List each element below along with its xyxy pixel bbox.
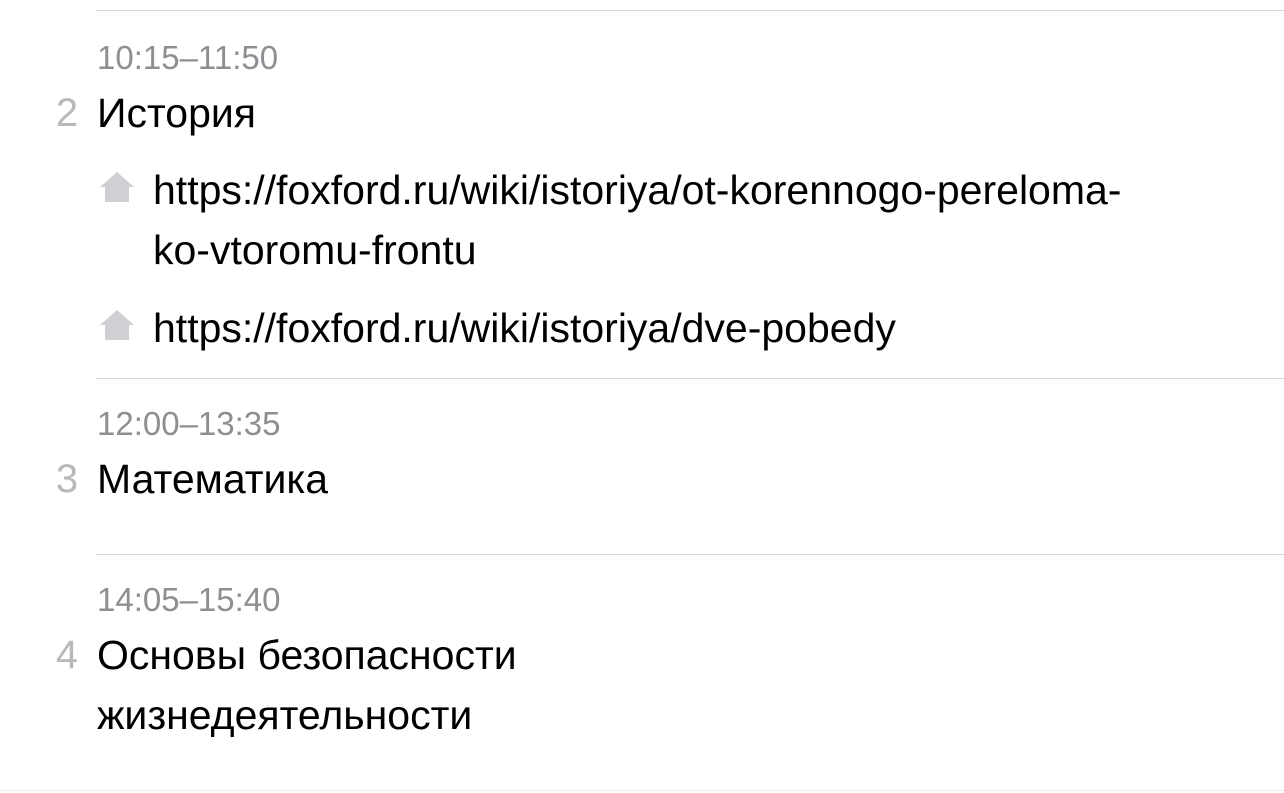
lesson-divider (0, 790, 1284, 791)
lesson-divider (96, 378, 1284, 379)
lesson-divider (96, 554, 1284, 555)
homework-link[interactable]: https://foxford.ru/wiki/istoriya/dve-pob… (153, 298, 1153, 358)
lesson-number: 2 (55, 91, 79, 135)
homework-link[interactable]: https://foxford.ru/wiki/istoriya/ot-kore… (153, 160, 1153, 280)
home-icon (100, 310, 134, 340)
lesson-number: 3 (55, 457, 79, 501)
lesson-divider (96, 10, 1284, 11)
lesson-subject-continued: жизнедеятельности (97, 692, 473, 738)
lesson-subject: Математика (97, 456, 329, 502)
lesson-time: 10:15–11:50 (97, 39, 279, 76)
lesson-number: 4 (55, 633, 79, 677)
lesson-subject: История (97, 90, 256, 136)
lesson-time: 12:00–13:35 (97, 405, 281, 442)
lesson-subject: Основы безопасности (97, 632, 517, 678)
home-icon (100, 172, 134, 202)
lesson-time: 14:05–15:40 (97, 581, 281, 618)
